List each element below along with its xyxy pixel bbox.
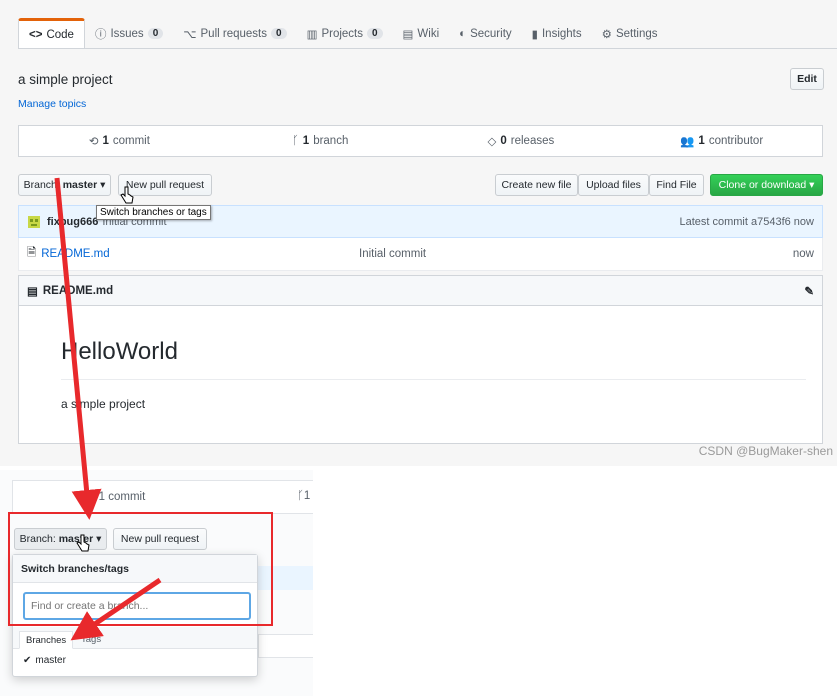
history-icon: ⟲ (88, 136, 99, 148)
releases-count: 0 (500, 135, 507, 147)
upload-files-button[interactable]: Upload files (578, 174, 649, 196)
graph-icon: ▮ (531, 28, 538, 41)
gear-icon: ⚙ (601, 28, 612, 41)
clone-download-button[interactable]: Clone or download ▾ (710, 174, 823, 196)
find-file-button[interactable]: Find File (649, 174, 704, 196)
commit-author[interactable]: fixbug666 (47, 216, 98, 228)
tab-projects[interactable]: ▥ Projects 0 (297, 18, 393, 49)
tab-label: Projects (321, 27, 363, 40)
tab-label: Pull requests (200, 27, 267, 40)
hand-cursor-icon (120, 186, 134, 204)
tab-insights[interactable]: ▮ Insights (522, 18, 592, 49)
caret-down-icon: ▾ (100, 179, 106, 191)
watermark: CSDN @BugMaker-shen (698, 444, 833, 458)
tab-security[interactable]: ◐ Security (449, 18, 522, 49)
tab-issues[interactable]: ⓘ Issues 0 (85, 18, 173, 49)
tab-label: Wiki (417, 27, 440, 40)
file-age: now (792, 248, 814, 260)
create-new-file-button[interactable]: Create new file (495, 174, 578, 196)
caret-down-icon: ▾ (809, 179, 815, 191)
commits-label: commit (112, 135, 150, 147)
file-row (258, 634, 313, 658)
file-row[interactable]: 🗎 README.md Initial commit now (18, 238, 823, 271)
pull-request-icon: ⌥ (183, 28, 197, 41)
edit-button[interactable]: Edit (790, 68, 824, 90)
clone-label: Clone or download (718, 179, 807, 191)
releases-summary[interactable]: ◇ 0 releases (421, 134, 622, 148)
manage-topics-link[interactable]: Manage topics (18, 98, 86, 110)
dropdown-tabs: Branches Tags (13, 627, 257, 649)
repo-summary-bar: ⟲ 1 commit ᚴ1 b (12, 480, 313, 514)
project-icon: ▥ (306, 28, 318, 41)
commits-summary[interactable]: ⟲ 1 commit (85, 490, 145, 504)
branches-label: branch (313, 135, 349, 147)
branch-icon: ᚴ (291, 135, 299, 147)
people-icon: 👥 (680, 136, 695, 148)
tag-icon: ◇ (487, 136, 497, 148)
readme-heading: HelloWorld (61, 338, 178, 365)
history-icon: ⟲ (85, 492, 95, 504)
commits-summary[interactable]: ⟲ 1 commit (19, 134, 220, 148)
tab-counter: 0 (366, 28, 383, 39)
hand-cursor-icon (76, 534, 90, 552)
book-icon: ▤ (402, 28, 414, 41)
branch-item-master[interactable]: ✔ master (23, 655, 66, 666)
branch-item-label: master (35, 655, 66, 666)
tab-label: Security (470, 27, 512, 40)
file-name[interactable]: README.md (41, 248, 109, 260)
shield-icon: ◐ (459, 27, 467, 40)
commits-count: 1 (102, 135, 109, 147)
code-icon: <> (29, 29, 43, 41)
tab-divider (18, 48, 837, 49)
readme-body: a simple project (61, 397, 146, 411)
branches-summary[interactable]: ᚴ 1 branch (220, 135, 421, 147)
tab-branches[interactable]: Branches (19, 631, 74, 649)
check-icon: ✔ (23, 655, 32, 666)
repo-summary-bar: ⟲ 1 commit ᚴ 1 branch ◇ 0 releases 👥 1 c… (18, 125, 823, 157)
book-icon: ▤ (27, 285, 38, 298)
heading-rule (61, 379, 806, 380)
highlight-box (8, 512, 273, 626)
branch-select-button[interactable]: Branch: master ▾ (18, 174, 111, 196)
branch-name: master (62, 179, 98, 191)
readme-filename: README.md (42, 284, 114, 297)
tab-settings[interactable]: ⚙ Settings (592, 18, 668, 49)
tab-pull-requests[interactable]: ⌥ Pull requests 0 (173, 18, 296, 49)
repo-description: a simple project (18, 72, 113, 87)
latest-commit-info: Latest commit a7543f6 now (679, 215, 814, 228)
readme-panel: ▤ README.md ✎ HelloWorld a simple projec… (18, 275, 823, 444)
tab-counter: 0 (147, 28, 164, 39)
repo-page-screenshot: <> Code ⓘ Issues 0 ⌥ Pull requests 0 ▥ P… (0, 0, 837, 466)
contributors-label: contributor (708, 135, 764, 147)
branch-dropdown-screenshot: ⟲ 1 commit ᚴ1 b Branch: master ▾ New pul… (0, 470, 313, 696)
tab-code[interactable]: <> Code (18, 18, 85, 49)
tab-label: Insights (541, 27, 582, 40)
pencil-icon[interactable]: ✎ (804, 284, 814, 298)
file-commit-message[interactable]: Initial commit (359, 248, 426, 260)
repo-nav-tabs: <> Code ⓘ Issues 0 ⌥ Pull requests 0 ▥ P… (18, 18, 668, 49)
branches-label: 1 b (303, 490, 313, 502)
tab-label: Code (46, 29, 74, 41)
tab-label: Settings (615, 27, 658, 40)
avatar[interactable] (27, 215, 41, 229)
commits-label: 1 commit (98, 491, 146, 503)
tab-counter: 0 (271, 28, 287, 39)
branch-prefix: Branch: (23, 179, 60, 191)
tab-wiki[interactable]: ▤ Wiki (393, 18, 450, 49)
readme-header: ▤ README.md ✎ (19, 276, 822, 306)
contributors-summary[interactable]: 👥 1 contributor (621, 134, 822, 148)
tooltip: Switch branches or tags (96, 205, 211, 220)
branches-summary[interactable]: ᚴ1 b (297, 490, 313, 502)
tab-tags[interactable]: Tags (75, 631, 107, 649)
tab-label: Issues (110, 27, 144, 40)
branch-icon: ᚴ (297, 490, 304, 502)
contributors-count: 1 (698, 135, 705, 147)
file-icon: 🗎 (27, 246, 37, 259)
branches-count: 1 (302, 135, 310, 147)
releases-label: releases (510, 135, 555, 147)
issue-icon: ⓘ (94, 28, 107, 41)
